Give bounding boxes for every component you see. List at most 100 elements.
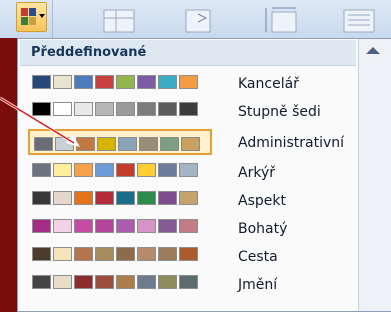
color-swatch	[160, 137, 179, 151]
color-swatch	[32, 163, 51, 177]
color-swatch	[179, 219, 198, 233]
color-swatch	[137, 75, 156, 89]
color-swatch	[32, 191, 51, 205]
page-orientation-icon[interactable]	[178, 4, 218, 34]
color-swatches	[32, 219, 198, 233]
color-swatch	[32, 219, 51, 233]
color-swatch	[95, 75, 114, 89]
theme-row[interactable]	[28, 96, 212, 122]
color-swatch	[95, 163, 114, 177]
color-swatches	[32, 275, 198, 289]
color-swatch	[158, 219, 177, 233]
theme-row[interactable]	[28, 269, 212, 295]
color-swatch	[53, 102, 72, 116]
color-swatch	[32, 247, 51, 261]
color-swatch	[32, 75, 51, 89]
color-swatch	[74, 102, 93, 116]
menu-section-header: Předdefinované	[20, 40, 356, 66]
color-swatch	[116, 163, 135, 177]
theme-row[interactable]	[28, 185, 212, 211]
color-swatch	[181, 137, 200, 151]
color-swatch	[158, 102, 177, 116]
color-swatch	[116, 247, 135, 261]
page-size-icon[interactable]	[262, 4, 302, 34]
color-swatch	[116, 75, 135, 89]
color-swatch	[76, 137, 95, 151]
color-swatch	[74, 191, 93, 205]
color-swatch	[137, 102, 156, 116]
theme-label[interactable]: Kancelář	[238, 76, 299, 92]
color-swatch	[179, 275, 198, 289]
theme-colors-menu: Předdefinované Kancelář Stupně šedi Admini…	[17, 38, 391, 312]
color-swatch	[32, 102, 51, 116]
color-swatch	[74, 75, 93, 89]
color-swatch	[179, 247, 198, 261]
color-swatch	[179, 102, 198, 116]
color-swatch	[116, 102, 135, 116]
color-swatch	[137, 163, 156, 177]
color-swatch	[116, 191, 135, 205]
color-swatches	[34, 137, 200, 151]
color-swatch	[74, 247, 93, 261]
color-swatches	[32, 75, 198, 89]
color-swatch	[139, 137, 158, 151]
theme-colors-icon	[21, 8, 37, 26]
color-swatches	[32, 163, 198, 177]
color-swatch	[95, 191, 114, 205]
theme-row[interactable]	[28, 69, 212, 95]
color-swatch	[97, 137, 116, 151]
theme-label[interactable]: Aspekt	[238, 193, 286, 209]
color-swatch	[53, 191, 72, 205]
chevron-down-icon[interactable]	[39, 14, 45, 18]
color-swatches	[32, 191, 198, 205]
color-swatch	[158, 163, 177, 177]
color-swatch	[55, 137, 74, 151]
theme-label[interactable]: Arkýř	[238, 165, 275, 181]
color-swatch	[95, 275, 114, 289]
columns-icon[interactable]	[340, 4, 380, 34]
color-swatch	[116, 219, 135, 233]
menu-scrollbar[interactable]	[358, 39, 391, 311]
color-swatch	[116, 275, 135, 289]
color-swatch	[32, 275, 51, 289]
theme-label[interactable]: Bohatý	[238, 221, 287, 237]
themes-button[interactable]	[16, 2, 47, 32]
theme-label[interactable]: Jmění	[238, 277, 277, 293]
color-swatch	[95, 247, 114, 261]
color-swatch	[137, 247, 156, 261]
color-swatch	[53, 275, 72, 289]
color-swatch	[53, 219, 72, 233]
color-swatch	[74, 275, 93, 289]
color-swatch	[95, 219, 114, 233]
color-swatch	[53, 75, 72, 89]
layout-grid-icon[interactable]	[100, 4, 140, 34]
color-swatch	[74, 163, 93, 177]
theme-row[interactable]	[28, 213, 212, 239]
color-swatch	[179, 191, 198, 205]
theme-row[interactable]	[28, 157, 212, 183]
color-swatch	[179, 75, 198, 89]
ribbon-bar	[0, 0, 391, 38]
theme-row[interactable]	[28, 241, 212, 267]
theme-label[interactable]: Cesta	[238, 249, 278, 265]
color-swatch	[158, 275, 177, 289]
color-swatch	[53, 163, 72, 177]
color-swatch	[158, 75, 177, 89]
color-swatch	[158, 247, 177, 261]
color-swatch	[179, 163, 198, 177]
color-swatch	[74, 219, 93, 233]
scroll-up-icon[interactable]	[366, 47, 380, 54]
color-swatches	[32, 247, 198, 261]
color-swatch	[95, 102, 114, 116]
color-swatch	[158, 191, 177, 205]
ribbon-separator	[52, 0, 53, 38]
color-swatch	[137, 191, 156, 205]
theme-label[interactable]: Stupně šedi	[238, 104, 321, 120]
theme-label[interactable]: Administrativní	[238, 135, 344, 151]
color-swatch	[137, 219, 156, 233]
color-swatch	[118, 137, 137, 151]
color-swatches	[32, 102, 198, 116]
color-swatch	[34, 137, 53, 151]
color-swatch	[53, 247, 72, 261]
theme-row[interactable]	[28, 129, 212, 155]
